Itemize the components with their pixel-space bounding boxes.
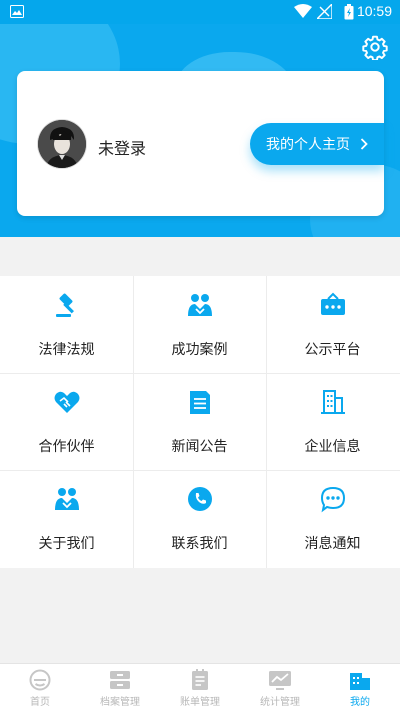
menu-item-label: 关于我们 <box>38 536 95 552</box>
tab-label: 首页 <box>30 697 50 708</box>
tab-statistics-management[interactable]: 统计管理 <box>240 664 320 711</box>
menu-item-notifications[interactable]: 消息通知 <box>266 470 399 567</box>
phone-icon <box>187 487 212 511</box>
tab-label: 账单管理 <box>180 697 220 708</box>
bill-icon <box>192 669 208 690</box>
menu-item-success-cases[interactable]: 成功案例 <box>133 276 266 373</box>
menu-item-company-info[interactable]: 企业信息 <box>266 373 399 470</box>
avatar[interactable] <box>38 120 86 168</box>
menu-item-label: 联系我们 <box>171 536 228 552</box>
heart-handshake-icon <box>54 391 79 413</box>
login-status[interactable]: 未登录 <box>98 135 146 159</box>
profile-icon <box>350 673 370 690</box>
building-icon <box>320 390 345 414</box>
my-homepage-button-label: 我的个人主页 <box>266 137 350 153</box>
gear-icon[interactable] <box>362 34 388 60</box>
bottom-tab-bar: 首页 档案管理 账单管理 统计管理 我的 <box>0 663 400 711</box>
tab-label: 统计管理 <box>260 697 300 708</box>
menu-item-laws[interactable]: 法律法规 <box>0 276 133 373</box>
wifi-icon <box>294 4 312 18</box>
avatar-portrait-icon <box>38 120 86 168</box>
menu-item-public-platform[interactable]: 公示平台 <box>266 276 399 373</box>
chevron-right-icon <box>360 138 368 150</box>
image-icon <box>10 5 24 18</box>
handshake-people-icon <box>187 294 212 316</box>
tab-mine[interactable]: 我的 <box>320 664 400 711</box>
menu-item-label: 企业信息 <box>304 439 361 455</box>
menu-item-news[interactable]: 新闻公告 <box>133 373 266 470</box>
news-document-icon <box>189 391 210 414</box>
bulletin-board-icon <box>320 292 345 315</box>
menu-item-label: 合作伙伴 <box>38 439 95 455</box>
archive-icon <box>110 671 130 689</box>
profile-card: 未登录 我的个人主页 <box>17 71 384 216</box>
chat-bubble-icon <box>320 486 345 513</box>
menu-item-contact-us[interactable]: 联系我们 <box>133 470 266 567</box>
tab-archive-management[interactable]: 档案管理 <box>80 664 160 711</box>
menu-item-label: 成功案例 <box>171 342 228 358</box>
tab-home[interactable]: 首页 <box>0 664 80 711</box>
menu-item-label: 法律法规 <box>38 342 95 358</box>
statistics-icon <box>269 671 291 690</box>
status-bar: 10:59 <box>0 0 400 24</box>
menu-item-label: 公示平台 <box>304 342 361 358</box>
tab-label: 档案管理 <box>100 697 140 708</box>
menu-item-about-us[interactable]: 关于我们 <box>0 470 133 567</box>
signal-icon <box>317 4 332 19</box>
menu-grid: 法律法规 成功案例 公示平台 合作伙伴 新闻公告 企业信息 关于我们 联系我们 … <box>0 276 400 568</box>
tab-bill-management[interactable]: 账单管理 <box>160 664 240 711</box>
battery-icon <box>344 4 354 20</box>
menu-item-partners[interactable]: 合作伙伴 <box>0 373 133 470</box>
profile-header: 未登录 我的个人主页 <box>0 24 400 237</box>
menu-item-label: 新闻公告 <box>171 439 228 455</box>
my-homepage-button[interactable]: 我的个人主页 <box>250 123 384 165</box>
people-icon <box>54 488 79 510</box>
menu-item-label: 消息通知 <box>304 536 361 552</box>
gavel-icon <box>55 293 74 317</box>
clock: 10:59 <box>356 3 392 19</box>
tab-label: 我的 <box>350 697 370 708</box>
home-icon <box>29 669 51 691</box>
